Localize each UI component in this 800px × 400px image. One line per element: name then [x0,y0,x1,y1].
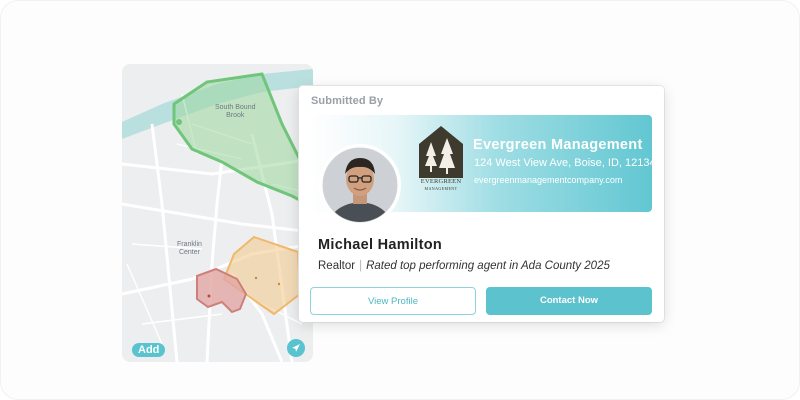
company-name: Evergreen Management [473,137,643,153]
agent-name: Michael Hamilton [318,237,443,253]
agent-info: Realtor | Rated top performing agent in Ad… [318,260,610,272]
logo-subtext: MANAGEMENT [424,186,458,191]
company-logo: EVERGREEN MANAGEMENT [419,126,463,196]
company-website[interactable]: evergreenmanagementcompany.com [474,175,622,185]
navigation-arrow-icon [292,344,300,352]
map-marker[interactable] [207,294,211,298]
separator: | [359,260,363,272]
map-marker[interactable] [176,119,182,125]
agent-tagline: Rated top performing agent in Ada County… [366,260,610,272]
company-address: 124 West View Ave, Boise, ID, 12134 [474,157,656,169]
add-button[interactable]: Add [132,343,166,357]
avatar-photo [319,144,401,226]
map-view[interactable]: South Bound Brook Franklin Center Add [122,64,313,362]
contact-now-button[interactable]: Contact Now [486,287,652,315]
submitted-by-card: Submitted By EVERGREEN MANAGEMENT Evergr… [299,86,664,322]
view-profile-button[interactable]: View Profile [310,287,476,315]
map-label-franklin-center: Franklin Center [177,241,202,256]
agent-role: Realtor [318,260,356,272]
locate-button[interactable] [287,339,305,357]
zone-green[interactable] [172,72,309,207]
map-marker[interactable] [277,282,281,286]
avatar[interactable] [319,144,401,226]
logo-text: EVERGREEN [420,178,462,185]
card-heading: Submitted By [311,95,384,107]
map-marker[interactable] [254,276,258,280]
map-label-south-bound-brook: South Bound Brook [215,104,256,119]
